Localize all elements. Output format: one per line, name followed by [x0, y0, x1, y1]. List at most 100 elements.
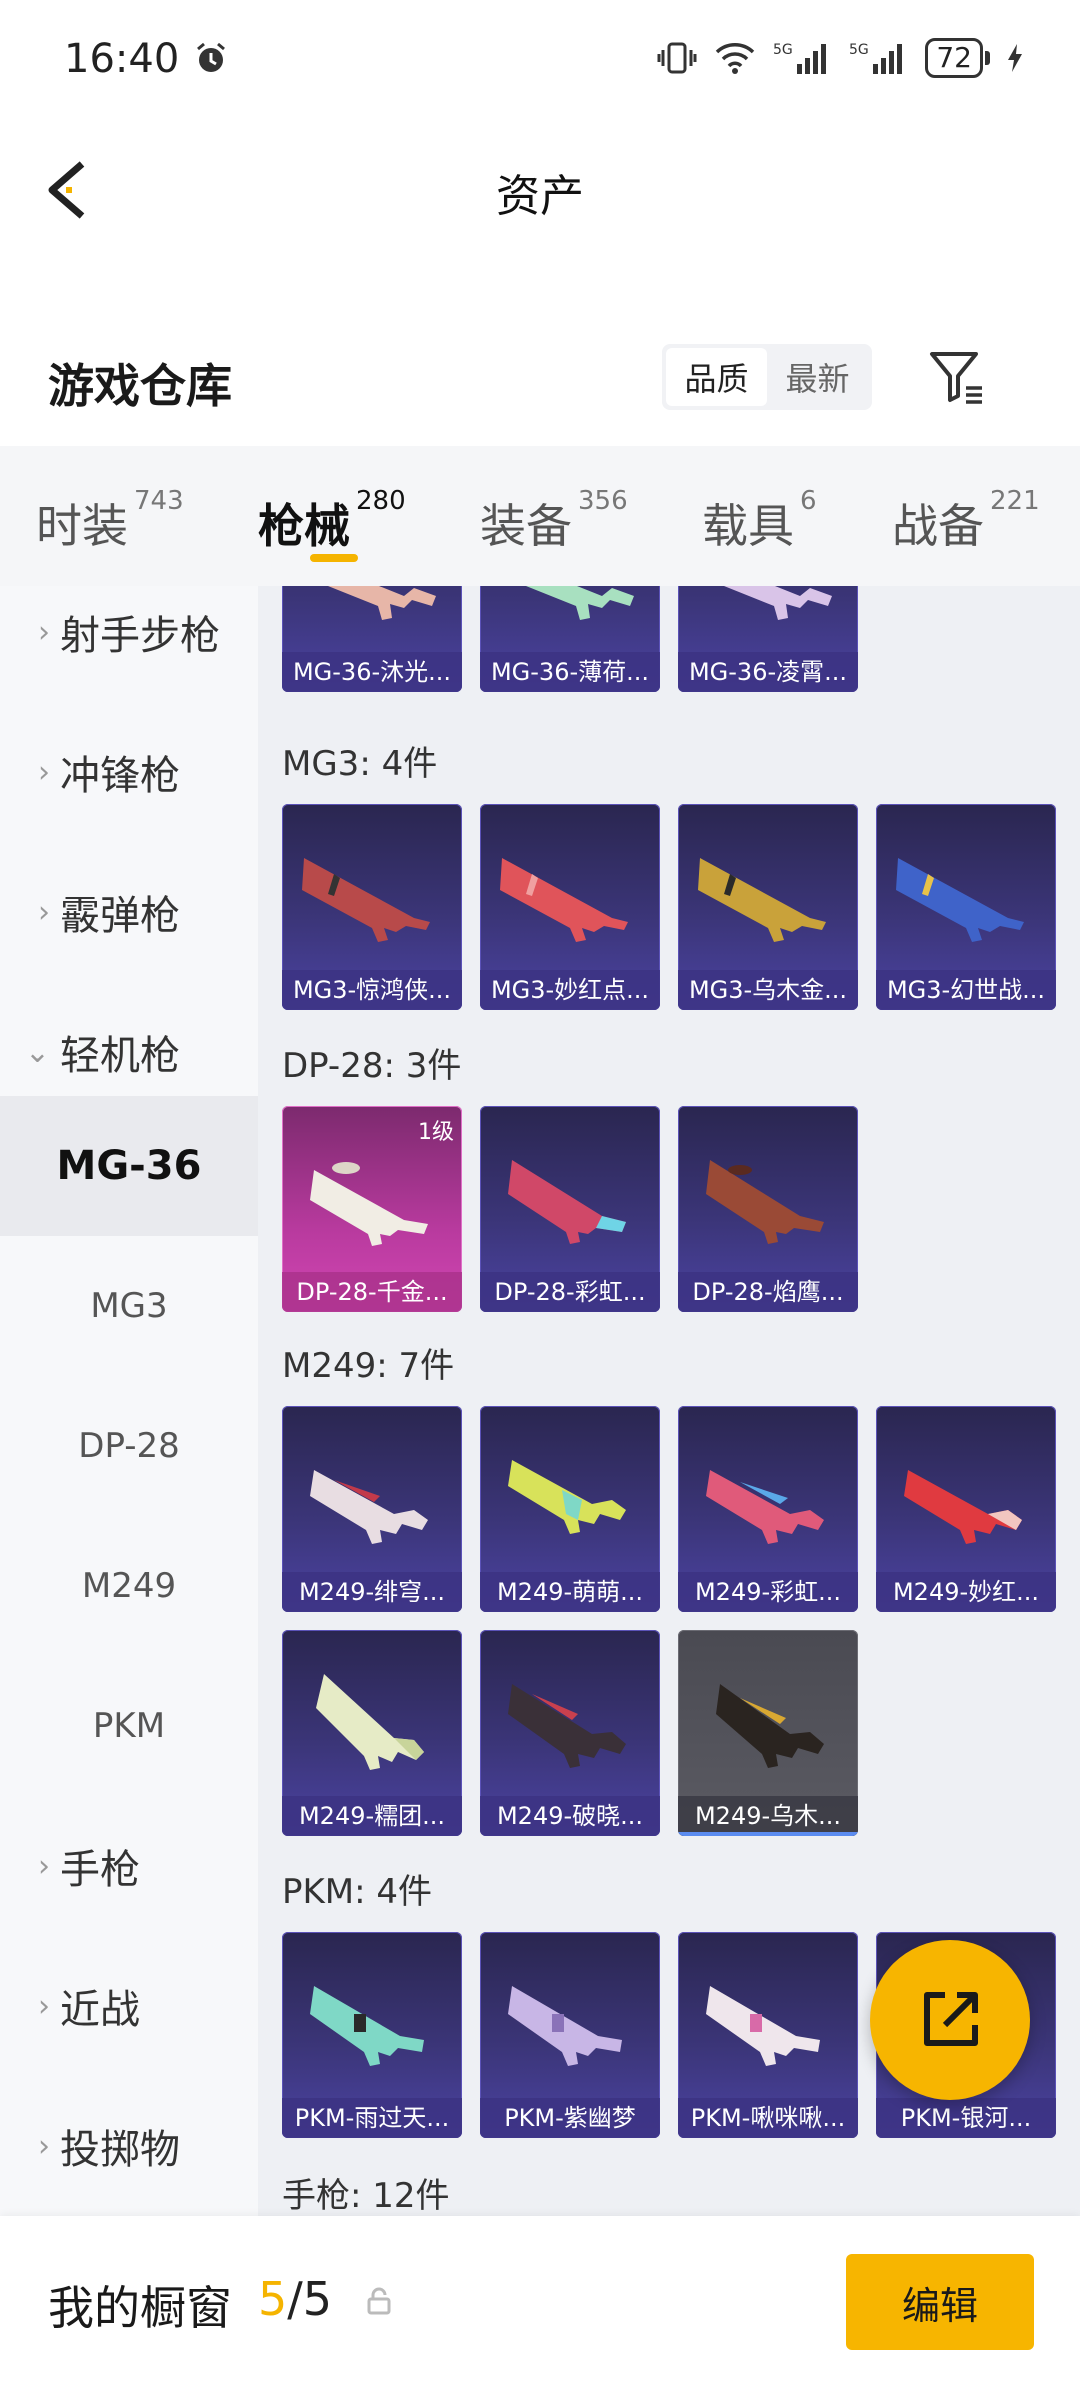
tab-supplies[interactable]: 战备 221: [892, 486, 1040, 556]
gun-icon: [706, 1470, 824, 1544]
weapon-card[interactable]: MG3-幻世战...: [876, 804, 1056, 1010]
sort-latest-button[interactable]: 最新: [767, 348, 868, 406]
app-header: 资产: [0, 120, 1080, 260]
charging-icon: [1008, 44, 1022, 72]
weapon-name: MG3-乌木金...: [678, 970, 858, 1010]
tab-firearms[interactable]: 枪械 280: [258, 486, 406, 556]
group-label-dp28: DP-28: 3件: [282, 1046, 462, 1086]
weapon-card[interactable]: DP-28-彩虹...: [480, 1106, 660, 1312]
tab-count: 6: [800, 486, 817, 516]
sidebar-item-melee[interactable]: › 近战: [0, 1936, 258, 2076]
weapon-card[interactable]: MG3-惊鸿侠...: [282, 804, 462, 1010]
weapon-name: M249-绯穹...: [282, 1572, 462, 1612]
weapon-name: MG3-惊鸿侠...: [282, 970, 462, 1010]
weapon-card[interactable]: PKM-紫幽梦: [480, 1932, 660, 2138]
weapon-name: DP-28-千金...: [282, 1272, 462, 1312]
wifi-icon: [716, 43, 755, 74]
group-label-pistol: 手枪: 12件: [282, 2176, 450, 2216]
battery-level: 72: [925, 38, 983, 78]
weapon-card[interactable]: M249-萌萌...: [480, 1406, 660, 1612]
weapon-card[interactable]: DP-28-焰鹰...: [678, 1106, 858, 1312]
battery-tip: [985, 51, 990, 65]
weapon-card[interactable]: MG-36-沐光...: [282, 586, 462, 692]
weapon-card[interactable]: M249-破晓...: [480, 1630, 660, 1836]
chevron-down-icon: ⌄: [24, 1034, 50, 1070]
bottom-bar: 我的橱窗 5/5 编辑: [0, 2216, 1080, 2382]
weapon-name: DP-28-焰鹰...: [678, 1272, 858, 1312]
gun-icon: [904, 1470, 1022, 1544]
weapon-card[interactable]: M249-绯穹...: [282, 1406, 462, 1612]
weapon-card[interactable]: M249-妙红...: [876, 1406, 1056, 1612]
sidebar-item-smg[interactable]: › 冲锋枪: [0, 702, 258, 842]
time-text: 16:40: [64, 36, 180, 82]
sort-toggle: 品质 最新: [662, 344, 872, 410]
weapon-card[interactable]: MG-36-凌霄...: [678, 586, 858, 692]
sidebar-item-throwable[interactable]: › 投掷物: [0, 2076, 258, 2216]
weapon-card[interactable]: M249-糯团...: [282, 1630, 462, 1836]
sidebar-sub-dp28[interactable]: DP-28: [0, 1376, 258, 1516]
tab-equipment[interactable]: 装备 356: [480, 486, 628, 556]
share-button[interactable]: [870, 1940, 1030, 2100]
signal-5g-icon-2: 5G: [849, 42, 903, 74]
sidebar-sub-m249[interactable]: M249: [0, 1516, 258, 1656]
weapon-name: MG-36-沐光...: [282, 652, 462, 692]
share-icon: [924, 1992, 978, 2046]
filter-icon: [930, 352, 982, 404]
tab-label: 战备: [892, 499, 984, 553]
edit-button[interactable]: 编辑: [846, 2254, 1034, 2350]
chevron-right-icon: ›: [38, 1848, 50, 1884]
gun-icon: [316, 1674, 424, 1770]
sidebar-sub-mg3[interactable]: MG3: [0, 1236, 258, 1376]
gun-icon: [508, 1986, 622, 2066]
weapon-name: M249-彩虹...: [678, 1572, 858, 1612]
chevron-right-icon: ›: [38, 1988, 50, 2024]
weapon-name: PKM-雨过天...: [282, 2098, 462, 2138]
sidebar-item-shotgun[interactable]: › 霰弹枪: [0, 842, 258, 982]
weapon-card[interactable]: M249-彩虹...: [678, 1406, 858, 1612]
gun-icon: [310, 1986, 424, 2066]
tab-count: 221: [990, 486, 1040, 516]
gun-icon: [508, 1460, 626, 1534]
filter-button[interactable]: [926, 346, 988, 408]
sidebar-item-pistol[interactable]: › 手枪: [0, 1796, 258, 1936]
weapon-card[interactable]: M249-乌木...: [678, 1630, 858, 1836]
weapon-name: MG3-妙红点...: [480, 970, 660, 1010]
tab-vehicles[interactable]: 载具 6: [702, 486, 817, 556]
weapon-card[interactable]: PKM-雨过天...: [282, 1932, 462, 2138]
weapon-name: MG-36-薄荷...: [480, 652, 660, 692]
tab-fashion[interactable]: 时装 743: [36, 486, 184, 556]
weapon-name: M249-破晓...: [480, 1796, 660, 1836]
weapon-name: DP-28-彩虹...: [480, 1272, 660, 1312]
tab-label: 载具: [702, 499, 794, 553]
weapon-name: M249-萌萌...: [480, 1572, 660, 1612]
weapon-card[interactable]: MG3-妙红点...: [480, 804, 660, 1010]
weapon-card[interactable]: MG-36-薄荷...: [480, 586, 660, 692]
sidebar-item-label: 投掷物: [60, 2127, 180, 2173]
weapon-card[interactable]: PKM-啾咪啾...: [678, 1932, 858, 2138]
sort-quality-button[interactable]: 品质: [666, 348, 767, 406]
weapon-card[interactable]: MG3-乌木金...: [678, 804, 858, 1010]
weapon-category-sidebar: › 射手步枪 › 冲锋枪 › 霰弹枪 ⌄ 轻机枪 MG-36 MG3 DP-28 M24…: [0, 586, 258, 2216]
weapon-name: M249-妙红...: [876, 1572, 1056, 1612]
tab-count: 356: [578, 486, 628, 516]
tab-count: 743: [134, 486, 184, 516]
gun-icon: [698, 858, 826, 942]
weapon-name: MG3-幻世战...: [876, 970, 1056, 1010]
status-bar: 16:40 5G 5G 72: [0, 0, 1080, 120]
sidebar-sub-pkm[interactable]: PKM: [0, 1656, 258, 1796]
showcase-total: /5: [287, 2272, 333, 2326]
sidebar-item-marksman-rifle[interactable]: › 射手步枪: [0, 586, 258, 702]
weapon-card[interactable]: 1级 DP-28-千金...: [282, 1106, 462, 1312]
svg-text:5G: 5G: [849, 42, 869, 58]
sidebar-item-label: 近战: [60, 1987, 140, 2033]
signal-5g-icon: 5G: [773, 42, 827, 74]
sidebar-sub-mg36[interactable]: MG-36: [0, 1096, 258, 1236]
gun-icon: [706, 1986, 820, 2066]
gun-icon: [310, 1162, 428, 1246]
chevron-right-icon: ›: [38, 2128, 50, 2164]
active-tab-indicator: [310, 554, 358, 562]
showcase-current: 5: [258, 2272, 288, 2326]
sidebar-item-label: 霰弹枪: [60, 893, 180, 939]
weapon-name: M249-乌木...: [678, 1796, 858, 1836]
section-title: 游戏仓库: [48, 359, 232, 413]
